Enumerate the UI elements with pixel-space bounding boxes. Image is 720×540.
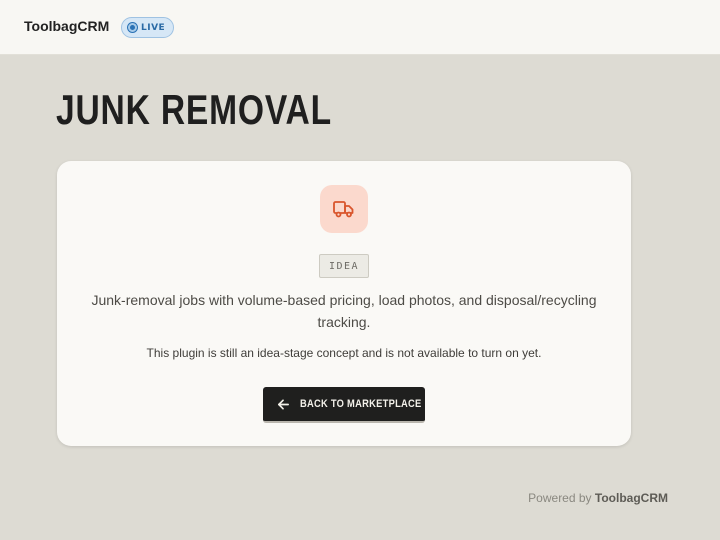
plugin-description: Junk-removal jobs with volume-based pric… (91, 292, 597, 330)
footer-prefix: Powered by (528, 491, 592, 505)
plugin-card: IDEA Junk-removal jobs with volume-based… (57, 161, 631, 446)
live-status-badge: LIVE (121, 17, 174, 38)
top-bar: ToolbagCRM LIVE (0, 0, 720, 55)
brand-name[interactable]: ToolbagCRM (24, 18, 109, 34)
arrow-left-icon (277, 398, 290, 411)
back-to-marketplace-button[interactable]: BACK TO MARKETPLACE (263, 387, 425, 423)
availability-note: This plugin is still an idea-stage conce… (146, 346, 542, 360)
page-title: JUNK REMOVAL (56, 86, 332, 133)
truck-icon (333, 201, 354, 218)
live-dot-icon (128, 23, 137, 32)
live-status-label: LIVE (141, 22, 166, 33)
footer: Powered by ToolbagCRM (528, 491, 668, 505)
footer-brand[interactable]: ToolbagCRM (595, 491, 668, 505)
plugin-icon-tile (320, 185, 368, 233)
stage-tag: IDEA (319, 254, 369, 278)
back-button-label: BACK TO MARKETPLACE (300, 398, 422, 410)
